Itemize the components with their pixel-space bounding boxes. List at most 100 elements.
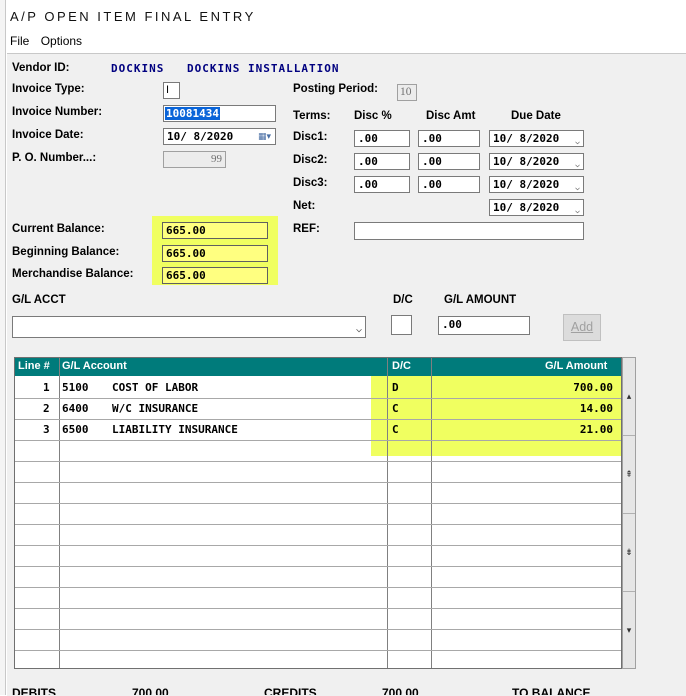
row-divider bbox=[15, 482, 621, 483]
beginning-balance-label: Beginning Balance: bbox=[12, 246, 120, 258]
row-account: 5100 bbox=[62, 381, 89, 394]
invoice-date-value: 10/ 8/2020 bbox=[167, 130, 234, 143]
row-amount: 21.00 bbox=[579, 423, 613, 436]
disc1-due-select[interactable]: 10/ 8/2020 ⌵ bbox=[489, 130, 584, 147]
disc1-amt-field[interactable]: .00 bbox=[418, 130, 480, 147]
vendor-name: DOCKINS INSTALLATION bbox=[187, 62, 340, 75]
row-description: LIABILITY INSURANCE bbox=[112, 423, 238, 436]
row-account: 6400 bbox=[62, 402, 89, 415]
debits-label: DEBITS bbox=[12, 686, 57, 695]
disc1-due-value: 10/ 8/2020 bbox=[493, 132, 560, 145]
disc2-due-select[interactable]: 10/ 8/2020 ⌵ bbox=[489, 153, 584, 170]
row-divider bbox=[15, 650, 621, 651]
terms-label: Terms: bbox=[293, 110, 331, 122]
row-account: 6500 bbox=[62, 423, 89, 436]
disc3-due-value: 10/ 8/2020 bbox=[493, 178, 560, 191]
row-divider bbox=[15, 545, 621, 546]
grid-scrollbar[interactable]: ▴ ⇞ ⇟ ▾ bbox=[622, 357, 636, 669]
chevron-down-icon: ⌵ bbox=[575, 183, 580, 192]
calendar-icon[interactable]: ▦▾ bbox=[258, 130, 271, 144]
vendor-label: Vendor ID: bbox=[12, 62, 70, 74]
debits-value: 700.00 bbox=[132, 686, 169, 695]
dc-label: D/C bbox=[393, 294, 413, 306]
po-number-value: 99 bbox=[211, 153, 222, 165]
totals-footer: DEBITS 700.00 CREDITS 700.00 TO BALANCE bbox=[12, 686, 672, 695]
arrow-down-icon[interactable]: ▾ bbox=[623, 592, 635, 668]
page-down-icon[interactable]: ⇟ bbox=[623, 514, 635, 592]
gl-amount-field[interactable]: .00 bbox=[438, 316, 530, 335]
row-divider bbox=[15, 629, 621, 630]
gl-acct-select[interactable]: ⌵ bbox=[12, 316, 366, 338]
current-balance-label: Current Balance: bbox=[12, 223, 105, 235]
add-button[interactable]: Add bbox=[563, 314, 601, 341]
disc2-pct-field[interactable]: .00 bbox=[354, 153, 410, 170]
add-button-label: Add bbox=[570, 320, 594, 334]
dc-field[interactable] bbox=[391, 315, 412, 335]
row-divider bbox=[15, 608, 621, 609]
credits-label: CREDITS bbox=[264, 686, 317, 695]
disc1-label: Disc1: bbox=[293, 131, 328, 143]
invoice-type-field[interactable]: I bbox=[163, 82, 180, 99]
disc-amt-header: Disc Amt bbox=[426, 110, 476, 122]
gl-distribution-grid[interactable]: Line # G/L Account D/C G/L Amount 1 5100… bbox=[14, 357, 622, 669]
arrow-up-icon[interactable]: ▴ bbox=[623, 358, 635, 436]
net-due-value: 10/ 8/2020 bbox=[493, 201, 560, 214]
grid-header: Line # G/L Account D/C G/L Amount bbox=[15, 358, 621, 376]
net-label: Net: bbox=[293, 200, 316, 212]
invoice-number-label: Invoice Number: bbox=[12, 106, 103, 118]
row-divider bbox=[15, 440, 621, 441]
chevron-down-icon: ⌵ bbox=[355, 324, 362, 335]
menu-options[interactable]: Options bbox=[41, 34, 82, 48]
menu-bar: File Options bbox=[10, 34, 82, 48]
posting-period-field: 10 bbox=[397, 84, 417, 101]
page-up-icon[interactable]: ⇞ bbox=[623, 436, 635, 514]
merch-balance-field: 665.00 bbox=[162, 267, 268, 284]
row-divider bbox=[15, 461, 621, 462]
net-due-select[interactable]: 10/ 8/2020 ⌵ bbox=[489, 199, 584, 216]
invoice-date-field[interactable]: 10/ 8/2020 ▦▾ bbox=[163, 128, 276, 145]
ref-label: REF: bbox=[293, 223, 320, 235]
credits-value: 700.00 bbox=[382, 686, 419, 695]
row-amount: 14.00 bbox=[579, 402, 613, 415]
row-divider bbox=[15, 503, 621, 504]
po-number-field: 99 bbox=[163, 151, 226, 168]
row-divider bbox=[15, 566, 621, 567]
chevron-down-icon: ⌵ bbox=[575, 206, 580, 215]
row-description: W/C INSURANCE bbox=[112, 402, 199, 415]
disc3-pct-field[interactable]: .00 bbox=[354, 176, 410, 193]
col-divider bbox=[431, 358, 432, 668]
due-date-header: Due Date bbox=[511, 110, 561, 122]
invoice-number-field[interactable]: 10081434 bbox=[163, 105, 276, 122]
col-line-header[interactable]: Line # bbox=[18, 360, 50, 372]
invoice-number-value: 10081434 bbox=[165, 107, 220, 120]
current-balance-field: 665.00 bbox=[162, 222, 268, 239]
col-dc-header[interactable]: D/C bbox=[392, 360, 411, 372]
row-divider bbox=[15, 524, 621, 525]
row-divider bbox=[15, 587, 621, 588]
col-account-header[interactable]: G/L Account bbox=[62, 360, 127, 372]
disc2-due-value: 10/ 8/2020 bbox=[493, 155, 560, 168]
vendor-id: DOCKINS bbox=[111, 62, 165, 75]
posting-period-label: Posting Period: bbox=[293, 83, 378, 95]
menu-file[interactable]: File bbox=[10, 34, 29, 48]
disc2-label: Disc2: bbox=[293, 154, 328, 166]
invoice-type-label: Invoice Type: bbox=[12, 83, 85, 95]
chevron-down-icon: ⌵ bbox=[575, 160, 580, 169]
chevron-down-icon: ⌵ bbox=[575, 137, 580, 146]
row-dc: C bbox=[392, 423, 399, 436]
disc-pct-header: Disc % bbox=[354, 110, 392, 122]
row-line: 1 bbox=[43, 381, 50, 394]
row-amount: 700.00 bbox=[573, 381, 613, 394]
beginning-balance-field: 665.00 bbox=[162, 245, 268, 262]
col-amount-header[interactable]: G/L Amount bbox=[545, 360, 607, 372]
row-line: 3 bbox=[43, 423, 50, 436]
ref-field[interactable] bbox=[354, 222, 584, 240]
col-divider bbox=[59, 358, 60, 668]
disc3-due-select[interactable]: 10/ 8/2020 ⌵ bbox=[489, 176, 584, 193]
row-dc: D bbox=[392, 381, 399, 394]
col-divider bbox=[387, 358, 388, 668]
disc3-amt-field[interactable]: .00 bbox=[418, 176, 480, 193]
gl-acct-label: G/L ACCT bbox=[12, 294, 66, 306]
disc1-pct-field[interactable]: .00 bbox=[354, 130, 410, 147]
disc2-amt-field[interactable]: .00 bbox=[418, 153, 480, 170]
